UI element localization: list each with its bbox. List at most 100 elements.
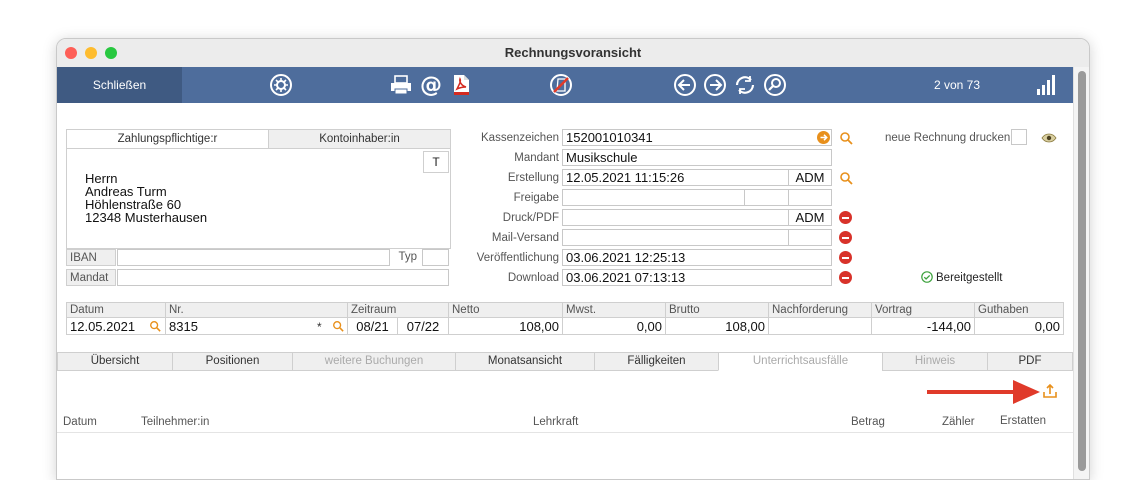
iban-field[interactable] — [117, 249, 390, 266]
list-col-betrag: Betrag — [851, 416, 885, 428]
zeitraum-from-value[interactable]: 08/21 — [347, 317, 398, 335]
invoice-preview-window: Rechnungsvoransicht Schließen @ 2 von 73… — [56, 38, 1090, 480]
go-arrow-icon[interactable] — [817, 131, 830, 144]
search-nr-icon[interactable] — [332, 320, 344, 332]
tab-bar: Übersicht Positionen weitere Buchungen M… — [57, 352, 1073, 371]
address-text: Herrn Andreas Turm Höhlenstraße 60 12348… — [85, 172, 207, 224]
remove-veroeffentlichung-icon[interactable] — [839, 251, 852, 264]
kassenzeichen-label: Kassenzeichen — [481, 132, 559, 144]
erstellung-label: Erstellung — [507, 172, 559, 184]
close-button[interactable]: Schließen — [57, 67, 182, 103]
tab-pdf[interactable]: PDF — [987, 352, 1073, 371]
reprint-label: neue Rechnung drucken — [885, 132, 1011, 144]
email-icon[interactable]: @ — [419, 73, 443, 98]
veroeffentlichung-field[interactable]: 03.06.2021 12:25:13 — [562, 249, 832, 266]
druck-pdf-field[interactable] — [562, 209, 789, 226]
svg-text:@: @ — [420, 73, 442, 97]
previous-icon[interactable] — [673, 73, 697, 97]
mandat-label: Mandat — [66, 269, 116, 286]
col-guthaben-header: Guthaben — [974, 302, 1064, 318]
next-icon[interactable] — [703, 73, 727, 97]
remove-download-icon[interactable] — [839, 271, 852, 284]
col-nachforderung-header: Nachforderung — [768, 302, 872, 318]
settings-icon[interactable] — [269, 73, 293, 97]
search-datum-icon[interactable] — [149, 320, 161, 332]
reprint-checkbox[interactable] — [1011, 129, 1027, 145]
download-label: Download — [507, 272, 559, 284]
col-zeitraum-header: Zeitraum — [347, 302, 449, 318]
vertical-scrollbar[interactable] — [1073, 67, 1089, 479]
col-netto-header: Netto — [448, 302, 563, 318]
col-datum-header: Datum — [66, 302, 166, 318]
address-line: 12348 Musterhausen — [85, 210, 208, 225]
search-icon[interactable] — [763, 73, 787, 97]
mail-versand-label: Mail-Versand — [491, 232, 559, 244]
list-col-teilnehmer: Teilnehmer:in — [141, 416, 210, 428]
printer-icon[interactable] — [389, 73, 413, 97]
tab-payer[interactable]: Zahlungspflichtige:r — [67, 130, 269, 149]
netto-value[interactable]: 108,00 — [448, 317, 563, 335]
download-field[interactable]: 03.06.2021 07:13:13 — [562, 269, 832, 286]
freigabe-sub-field[interactable] — [744, 189, 789, 206]
guthaben-value[interactable]: 0,00 — [974, 317, 1064, 335]
remove-druck-icon[interactable] — [839, 211, 852, 224]
window-title: Rechnungsvoransicht — [504, 45, 642, 60]
kassenzeichen-field[interactable]: 152001010341 — [562, 129, 832, 146]
zeitraum-to-value[interactable]: 07/22 — [397, 317, 449, 335]
annotation-arrow — [927, 379, 1042, 405]
erstellung-user-field[interactable]: ADM — [788, 169, 832, 186]
freigabe-field[interactable] — [562, 189, 745, 206]
list-header: Datum Teilnehmer:in Lehrkraft Betrag Zäh… — [57, 415, 1073, 433]
freigabe-user-field[interactable] — [788, 189, 832, 206]
pdf-icon[interactable] — [449, 73, 473, 97]
scroll-thumb[interactable] — [1078, 71, 1086, 471]
veroeffentlichung-label: Veröffentlichung — [476, 252, 559, 264]
col-brutto-header: Brutto — [665, 302, 769, 318]
list-col-lehrkraft: Lehrkraft — [533, 416, 579, 428]
tab-weitere-buchungen[interactable]: weitere Buchungen — [292, 352, 456, 371]
refresh-icon[interactable] — [733, 73, 757, 97]
list-col-datum: Datum — [63, 416, 97, 428]
tab-uebersicht[interactable]: Übersicht — [57, 352, 173, 371]
mwst-value[interactable]: 0,00 — [562, 317, 666, 335]
cancel-icon[interactable] — [549, 73, 573, 97]
druck-pdf-user-field[interactable]: ADM — [788, 209, 832, 226]
search-erstellung-icon[interactable] — [839, 171, 853, 185]
mail-versand-user-field[interactable] — [788, 229, 832, 246]
col-vortrag-header: Vortrag — [871, 302, 975, 318]
record-counter: 2 von 73 — [933, 78, 981, 92]
erstellung-field[interactable]: 12.05.2021 11:15:26 — [562, 169, 789, 186]
search-kassenzeichen-icon[interactable] — [839, 131, 853, 145]
iban-label: IBAN — [66, 249, 116, 266]
brutto-value[interactable]: 108,00 — [665, 317, 769, 335]
druck-pdf-label: Druck/PDF — [502, 212, 559, 224]
nr-flag: * — [317, 320, 322, 334]
signal-icon — [1033, 73, 1057, 97]
tab-monatsansicht[interactable]: Monatsansicht — [455, 352, 595, 371]
list-col-erstatten: Erstatten — [1000, 415, 1047, 427]
tab-account-holder[interactable]: Kontoinhaber:in — [269, 130, 450, 149]
mandant-label: Mandant — [514, 152, 559, 164]
remove-mail-icon[interactable] — [839, 231, 852, 244]
eye-icon[interactable] — [1041, 132, 1057, 143]
typ-label: Typ — [398, 251, 417, 263]
tab-hinweis[interactable]: Hinweis — [882, 352, 988, 371]
col-nr-header: Nr. — [165, 302, 348, 318]
mail-versand-field[interactable] — [562, 229, 789, 246]
list-col-zaehler: Zähler — [942, 416, 975, 428]
mandat-field[interactable] — [117, 269, 449, 286]
freigabe-label: Freigabe — [513, 192, 559, 204]
toolbar: Schließen @ 2 von 73 — [57, 67, 1073, 103]
export-icon[interactable] — [1043, 383, 1057, 398]
address-panel: Zahlungspflichtige:r Kontoinhaber:in T H… — [66, 129, 451, 249]
col-mwst-header: Mwst. — [562, 302, 666, 318]
status-text: Bereitgestellt — [936, 272, 1003, 284]
tab-unterrichtsausfaelle[interactable]: Unterrichtsausfälle — [718, 352, 883, 371]
tab-positionen[interactable]: Positionen — [172, 352, 293, 371]
title-bar: Rechnungsvoransicht — [57, 39, 1089, 68]
nachforderung-value[interactable] — [768, 317, 872, 335]
check-circle-icon — [921, 271, 933, 283]
mandant-field[interactable]: Musikschule — [562, 149, 832, 166]
tab-faelligkeiten[interactable]: Fälligkeiten — [594, 352, 719, 371]
vortrag-value[interactable]: -144,00 — [871, 317, 975, 335]
